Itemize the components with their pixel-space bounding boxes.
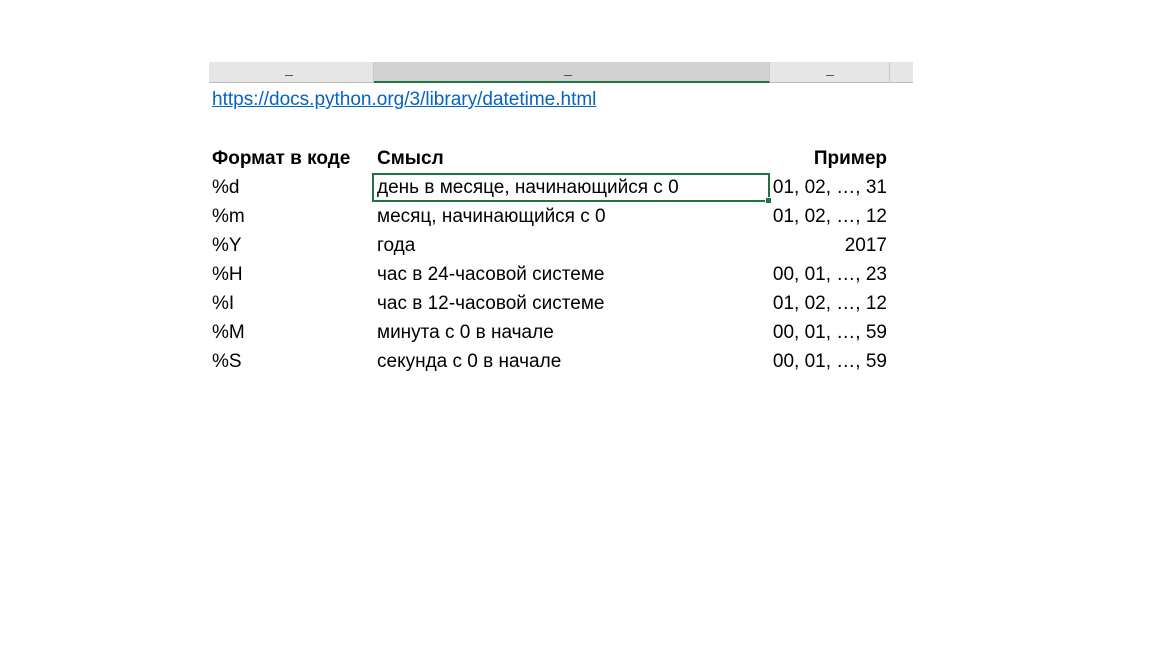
table-row: %Y года 2017 — [209, 231, 889, 260]
table-row: %d день в месяце, начинающийся с 0 01, 0… — [209, 173, 889, 204]
cell-example[interactable]: 01, 02, …, 12 — [769, 202, 887, 231]
column-header-strip — [209, 62, 913, 84]
cell-format[interactable]: %S — [212, 347, 372, 376]
header-cell-example[interactable]: Пример — [769, 144, 887, 173]
cell-format[interactable]: %Y — [212, 231, 372, 260]
column-header-text-fragment — [564, 70, 572, 76]
table-row: %H час в 24-часовой системе 00, 01, …, 2… — [209, 260, 889, 289]
cell-meaning[interactable]: секунда с 0 в начале — [377, 347, 769, 376]
cell-meaning[interactable]: час в 24-часовой системе — [377, 260, 769, 289]
format-table: Формат в коде Смысл Пример %d день в мес… — [209, 144, 889, 376]
header-cell-meaning[interactable]: Смысл — [377, 144, 769, 173]
cell-meaning[interactable]: года — [377, 231, 769, 260]
active-cell-border — [372, 173, 770, 202]
cell-meaning[interactable]: месяц, начинающийся с 0 — [377, 202, 769, 231]
cell-example[interactable]: 01, 02, …, 12 — [769, 289, 887, 318]
column-header-a[interactable] — [209, 62, 374, 83]
cell-meaning[interactable]: час в 12-часовой системе — [377, 289, 769, 318]
python-docs-link[interactable]: https://docs.python.org/3/library/dateti… — [212, 88, 596, 112]
cell-format[interactable]: %M — [212, 318, 372, 347]
column-header-text-fragment — [285, 70, 293, 76]
cell-format[interactable]: %d — [212, 173, 372, 202]
header-cell-format[interactable]: Формат в коде — [212, 144, 372, 173]
cell-example[interactable]: 2017 — [769, 231, 887, 260]
cell-format[interactable]: %m — [212, 202, 372, 231]
cell-example[interactable]: 00, 01, …, 23 — [769, 260, 887, 289]
cell-example[interactable]: 00, 01, …, 59 — [769, 318, 887, 347]
table-row: %M минута с 0 в начале 00, 01, …, 59 — [209, 318, 889, 347]
table-row: %I час в 12-часовой системе 01, 02, …, 1… — [209, 289, 889, 318]
column-header-d[interactable] — [890, 62, 913, 83]
cell-format[interactable]: %I — [212, 289, 372, 318]
cell-format[interactable]: %H — [212, 260, 372, 289]
table-header-row: Формат в коде Смысл Пример — [209, 144, 889, 173]
table-row: %S секунда с 0 в начале 00, 01, …, 59 — [209, 347, 889, 376]
column-header-text-fragment — [826, 70, 834, 76]
cell-example[interactable]: 00, 01, …, 59 — [769, 347, 887, 376]
cell-example[interactable]: 01, 02, …, 31 — [769, 173, 887, 202]
column-header-b[interactable] — [374, 62, 770, 83]
table-row: %m месяц, начинающийся с 0 01, 02, …, 12 — [209, 202, 889, 231]
spreadsheet-view: https://docs.python.org/3/library/dateti… — [0, 0, 1152, 648]
column-header-c[interactable] — [770, 62, 890, 83]
cell-meaning[interactable]: минута с 0 в начале — [377, 318, 769, 347]
